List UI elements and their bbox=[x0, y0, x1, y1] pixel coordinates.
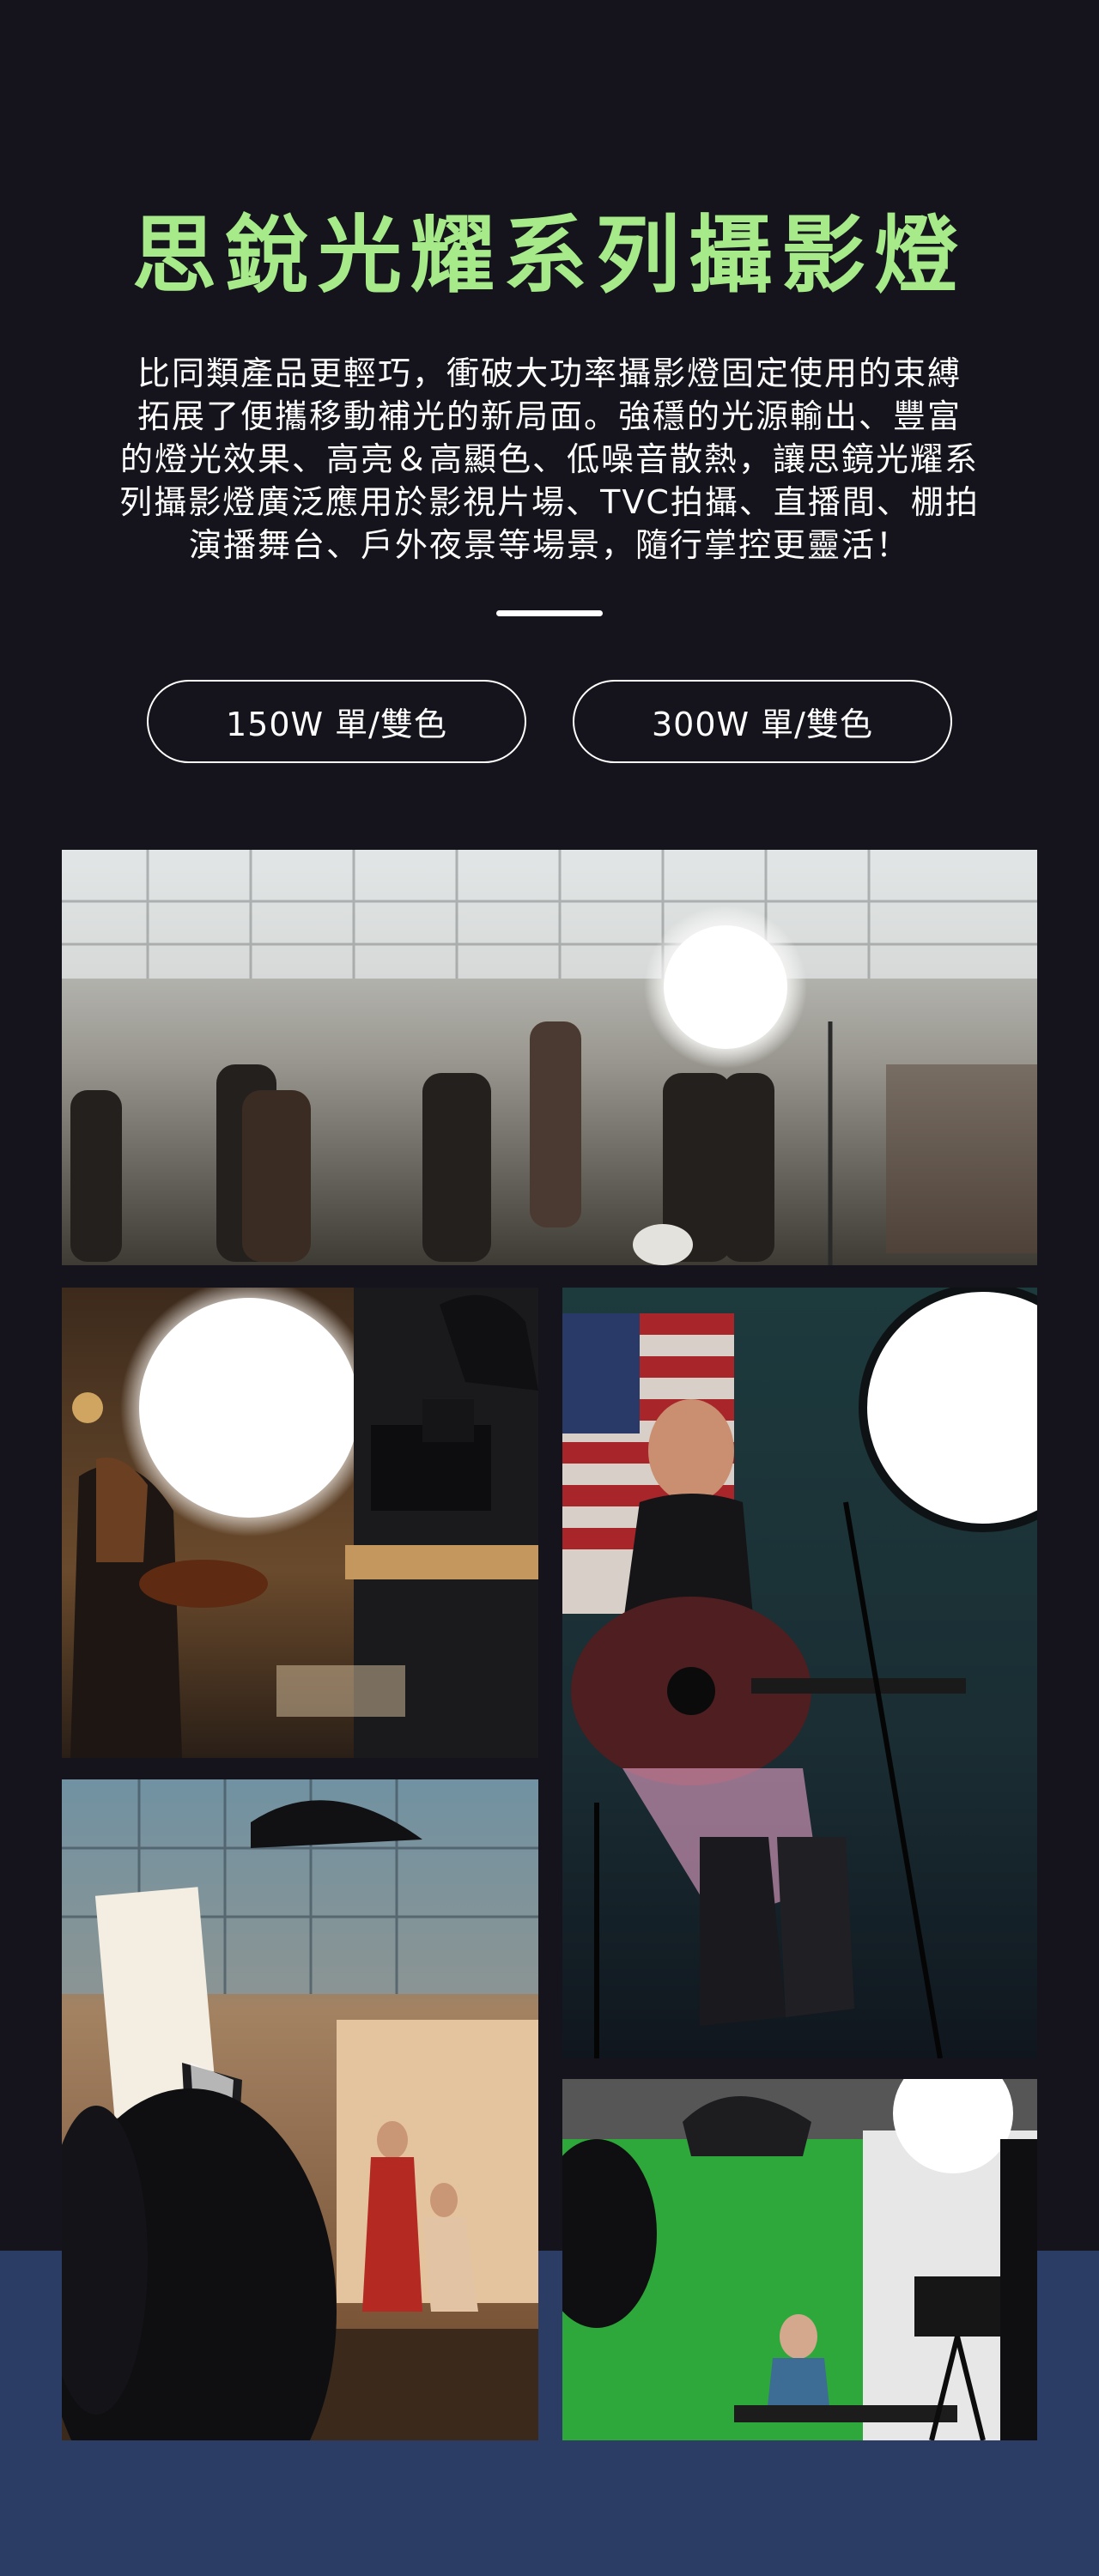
product-page: 思銳光耀系列攝影燈 比同類產品更輕巧，衝破大功率攝影燈固定使用的束縛 拓展了便攜… bbox=[0, 0, 1099, 2576]
description-line: 比同類產品更輕巧，衝破大功率攝影燈固定使用的束縛 bbox=[137, 355, 962, 392]
guitar-singer-stage-photo bbox=[562, 1288, 1037, 2058]
section-divider bbox=[496, 610, 603, 616]
option-300w-button[interactable]: 300W 單/雙色 bbox=[573, 680, 952, 763]
description-line: 的燈光效果、高亮＆高顯色、低噪音散熱，讓思鏡光耀系 bbox=[119, 440, 979, 478]
description-line: 演播舞台、戶外夜景等場景，隨行掌控更靈活！ bbox=[188, 526, 910, 564]
studio-fashion-shoot-photo bbox=[62, 1779, 538, 2440]
product-description: 比同類產品更輕巧，衝破大功率攝影燈固定使用的束縛 拓展了便攜移動補光的新局面。強… bbox=[60, 352, 1039, 567]
option-150w-button[interactable]: 150W 單/雙色 bbox=[147, 680, 526, 763]
description-line: 拓展了便攜移動補光的新局面。強穩的光源輸出、豐富 bbox=[137, 397, 962, 435]
page-title: 思銳光耀系列攝影燈 bbox=[131, 207, 967, 305]
violin-video-shoot-photo bbox=[62, 1288, 538, 1758]
green-screen-studio-photo bbox=[562, 2079, 1037, 2440]
description-line: 列攝影燈廣泛應用於影視片場、TVC拍攝、直播間、棚拍 bbox=[119, 483, 980, 521]
film-set-warehouse-photo bbox=[62, 850, 1037, 1265]
